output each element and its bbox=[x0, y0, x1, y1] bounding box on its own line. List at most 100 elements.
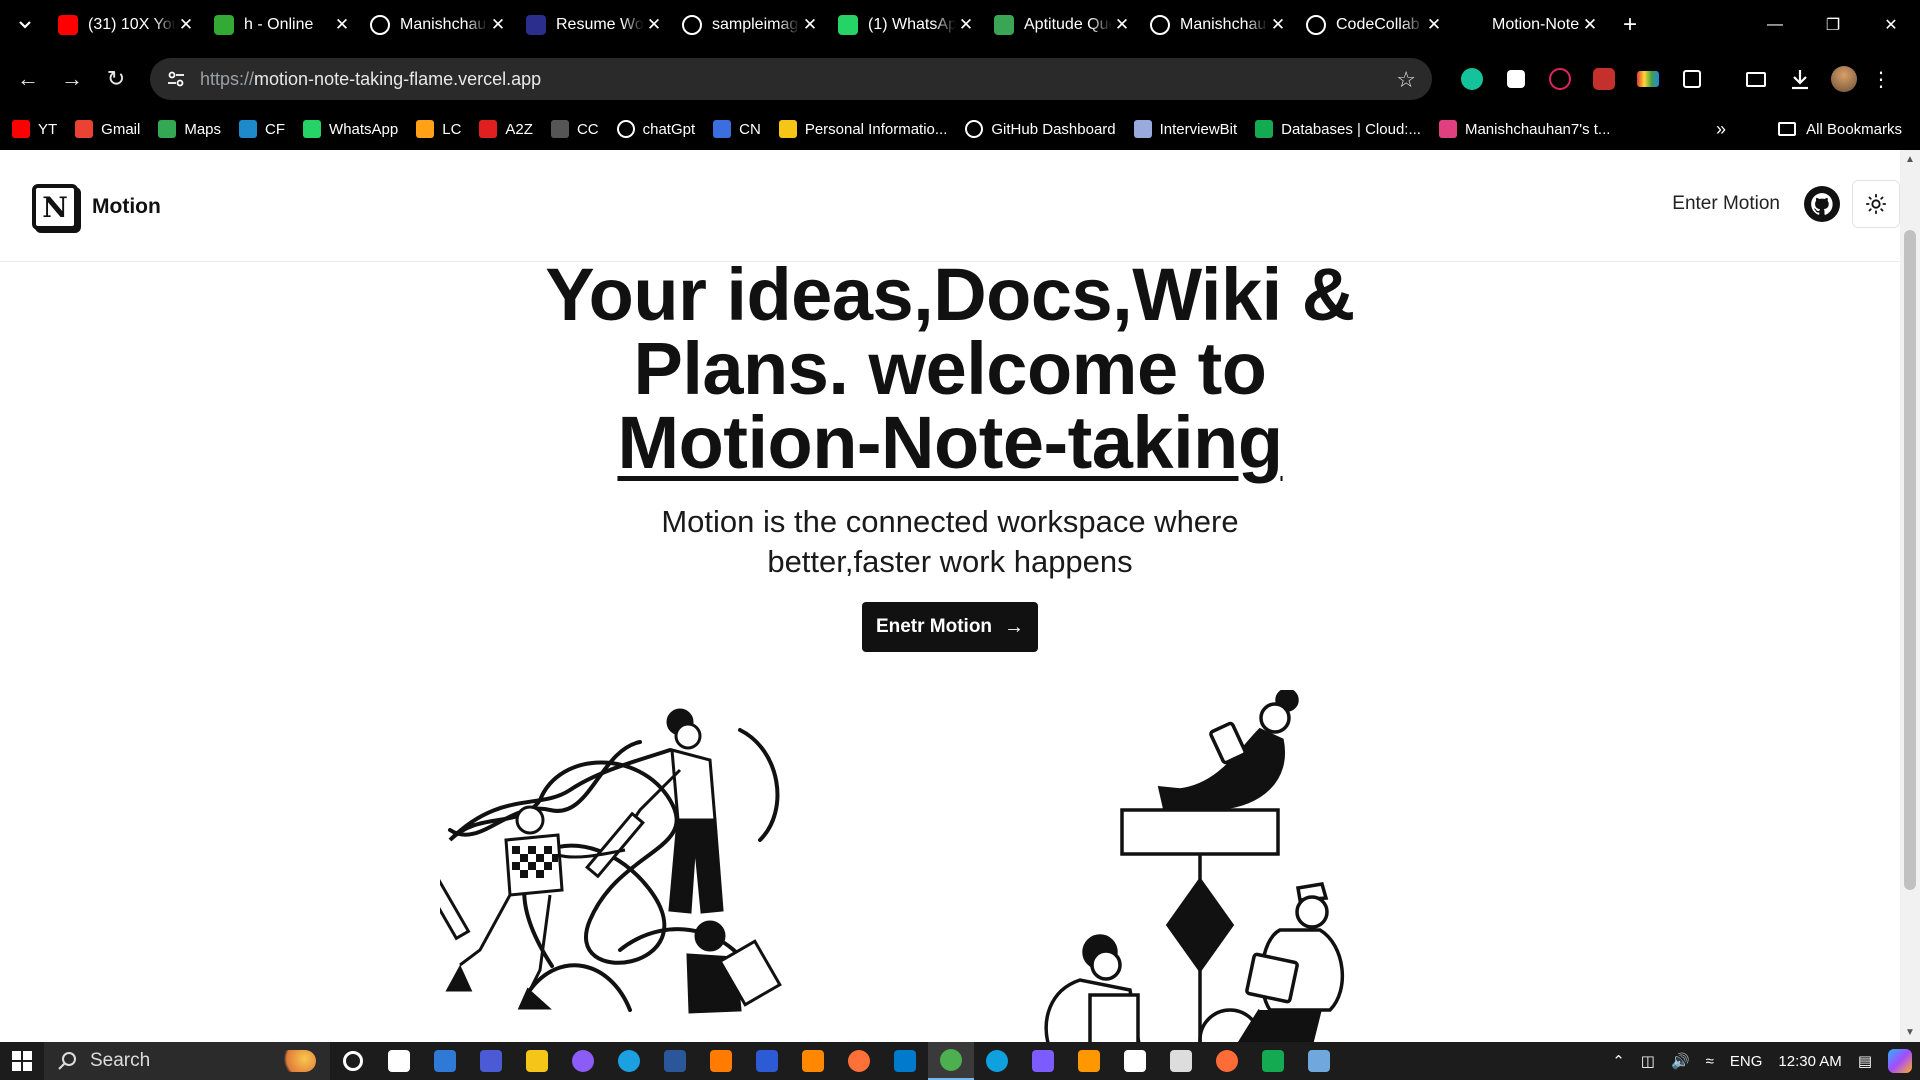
vscode-icon[interactable] bbox=[882, 1042, 928, 1080]
scrollbar-thumb[interactable] bbox=[1904, 230, 1916, 890]
vlc-icon[interactable] bbox=[790, 1042, 836, 1080]
bookmark-item[interactable]: chatGpt bbox=[616, 120, 695, 138]
mongodb-compass-icon[interactable] bbox=[1250, 1042, 1296, 1080]
address-bar[interactable]: https://motion-note-taking-flame.vercel.… bbox=[150, 58, 1432, 100]
copilot-icon[interactable] bbox=[1888, 1049, 1912, 1073]
site-logo[interactable]: N Motion bbox=[32, 184, 161, 230]
restore-button[interactable]: ❐ bbox=[1804, 0, 1862, 50]
cast-icon[interactable] bbox=[1734, 57, 1778, 101]
colorful-extension-icon[interactable] bbox=[1626, 57, 1670, 101]
c-app-icon[interactable] bbox=[606, 1042, 652, 1080]
taskbar-search[interactable]: Search bbox=[44, 1042, 330, 1080]
profile-avatar[interactable] bbox=[1822, 57, 1866, 101]
firefox-icon[interactable] bbox=[836, 1042, 882, 1080]
enter-motion-button[interactable]: Enetr Motion → bbox=[862, 602, 1038, 652]
browser-tab[interactable]: CodeCollab ✕ bbox=[1298, 0, 1454, 50]
bookmark-item[interactable]: Personal Informatio... bbox=[778, 120, 947, 138]
davinci-icon[interactable] bbox=[1296, 1042, 1342, 1080]
close-tab-icon[interactable]: ✕ bbox=[800, 15, 820, 35]
site-info-icon[interactable] bbox=[164, 67, 188, 91]
task-view-icon[interactable] bbox=[376, 1042, 422, 1080]
browser-tab[interactable]: Motion-Note ✕ bbox=[1454, 0, 1610, 50]
github-desktop-icon[interactable] bbox=[560, 1042, 606, 1080]
bookmark-item[interactable]: A2Z bbox=[479, 120, 533, 138]
illustrator-icon[interactable] bbox=[698, 1042, 744, 1080]
bookmark-item[interactable]: CN bbox=[713, 120, 761, 138]
url-text[interactable]: https://motion-note-taking-flame.vercel.… bbox=[200, 69, 541, 90]
ublock-extension-icon[interactable] bbox=[1582, 57, 1626, 101]
battery-icon[interactable]: ◫ bbox=[1641, 1052, 1655, 1070]
bookmark-item[interactable]: GitHub Dashboard bbox=[965, 120, 1116, 138]
chrome-icon[interactable] bbox=[928, 1042, 974, 1080]
bookmark-item[interactable]: WhatsApp bbox=[303, 120, 398, 138]
show-hidden-icons-chevron-icon[interactable]: ⌃ bbox=[1612, 1052, 1625, 1070]
browser-tab[interactable]: Manishchauhan✕ bbox=[1142, 0, 1298, 50]
theme-toggle-button[interactable] bbox=[1852, 180, 1900, 228]
browser-tab[interactable]: Resume Worded✕ bbox=[518, 0, 674, 50]
close-tab-icon[interactable]: ✕ bbox=[644, 15, 664, 35]
bookmark-star-icon[interactable]: ☆ bbox=[1396, 67, 1416, 93]
unity-icon[interactable] bbox=[1158, 1042, 1204, 1080]
bookmark-item[interactable]: CC bbox=[550, 120, 599, 138]
start-button[interactable] bbox=[0, 1042, 44, 1080]
download-icon[interactable] bbox=[1778, 57, 1822, 101]
browser-tab[interactable]: (31) 10X Your✕ bbox=[50, 0, 206, 50]
bookmark-item[interactable]: Gmail bbox=[75, 120, 140, 138]
close-tab-icon[interactable]: ✕ bbox=[176, 15, 196, 35]
close-tab-icon[interactable]: ✕ bbox=[1268, 15, 1288, 35]
close-tab-icon[interactable]: ✕ bbox=[956, 15, 976, 35]
browser-tab[interactable]: sampleimages✕ bbox=[674, 0, 830, 50]
new-tab-button[interactable]: + bbox=[1610, 0, 1650, 50]
bookmark-item[interactable]: YT bbox=[12, 120, 57, 138]
word-icon[interactable] bbox=[652, 1042, 698, 1080]
video-extension-icon[interactable] bbox=[1538, 57, 1582, 101]
forward-button[interactable]: → bbox=[50, 57, 94, 101]
bookmark-item[interactable]: Manishchauhan7's t... bbox=[1438, 120, 1610, 138]
sublime-icon[interactable] bbox=[1066, 1042, 1112, 1080]
browser-tab[interactable]: Manishchauhan✕ bbox=[362, 0, 518, 50]
close-tab-icon[interactable]: ✕ bbox=[332, 15, 352, 35]
page-scrollbar[interactable]: ▲ ▼ bbox=[1900, 150, 1920, 1042]
menu-kebab-icon[interactable]: ⋮ bbox=[1866, 57, 1896, 101]
bookmark-item[interactable]: InterviewBit bbox=[1133, 120, 1237, 138]
notification-icon[interactable]: ▤ bbox=[1858, 1052, 1872, 1070]
volume-icon[interactable]: 🔊 bbox=[1671, 1052, 1690, 1070]
browser-tab[interactable]: (1) WhatsApp✕ bbox=[830, 0, 986, 50]
bookmark-item[interactable]: Maps bbox=[158, 120, 221, 138]
browser-tab[interactable]: h - Online ✕ bbox=[206, 0, 362, 50]
browser-tab[interactable]: Aptitude Que ✕ bbox=[986, 0, 1142, 50]
close-tab-icon[interactable]: ✕ bbox=[1580, 15, 1600, 35]
close-tab-icon[interactable]: ✕ bbox=[488, 15, 508, 35]
grammarly-extension-icon[interactable] bbox=[1450, 57, 1494, 101]
file-explorer-icon[interactable] bbox=[514, 1042, 560, 1080]
close-window-button[interactable]: ✕ bbox=[1862, 0, 1920, 50]
minimize-button[interactable]: — bbox=[1746, 0, 1804, 50]
scroll-down-arrow-icon[interactable]: ▼ bbox=[1900, 1027, 1920, 1038]
reload-button[interactable]: ↻ bbox=[94, 57, 138, 101]
more-bookmarks-chevron-icon[interactable]: » bbox=[1716, 108, 1726, 150]
extensions-puzzle-icon[interactable] bbox=[1670, 57, 1714, 101]
clock[interactable]: 12:30 AM bbox=[1778, 1053, 1841, 1070]
postman-icon[interactable] bbox=[1204, 1042, 1250, 1080]
bookmark-item[interactable]: CF bbox=[239, 120, 285, 138]
language-indicator[interactable]: ENG bbox=[1730, 1053, 1763, 1070]
mail-icon[interactable] bbox=[422, 1042, 468, 1080]
bookmark-item[interactable]: LC bbox=[416, 120, 461, 138]
wifi-icon[interactable]: ≈ bbox=[1706, 1053, 1714, 1070]
media-player-icon[interactable] bbox=[1020, 1042, 1066, 1080]
tab-search-button[interactable] bbox=[0, 0, 50, 50]
stylus-app-icon[interactable] bbox=[468, 1042, 514, 1080]
powershell-icon[interactable] bbox=[744, 1042, 790, 1080]
enter-motion-link[interactable]: Enter Motion bbox=[1672, 193, 1780, 215]
edge-icon[interactable] bbox=[974, 1042, 1020, 1080]
scroll-up-arrow-icon[interactable]: ▲ bbox=[1900, 154, 1920, 165]
cortana-icon[interactable] bbox=[330, 1042, 376, 1080]
notes-extension-icon[interactable] bbox=[1494, 57, 1538, 101]
bookmark-item[interactable]: Databases | Cloud:... bbox=[1255, 120, 1421, 138]
close-tab-icon[interactable]: ✕ bbox=[1112, 15, 1132, 35]
notion-icon[interactable] bbox=[1112, 1042, 1158, 1080]
github-link[interactable] bbox=[1804, 186, 1840, 222]
all-bookmarks-button[interactable]: All Bookmarks bbox=[1778, 108, 1902, 150]
close-tab-icon[interactable]: ✕ bbox=[1424, 15, 1444, 35]
back-button[interactable]: ← bbox=[6, 57, 50, 101]
